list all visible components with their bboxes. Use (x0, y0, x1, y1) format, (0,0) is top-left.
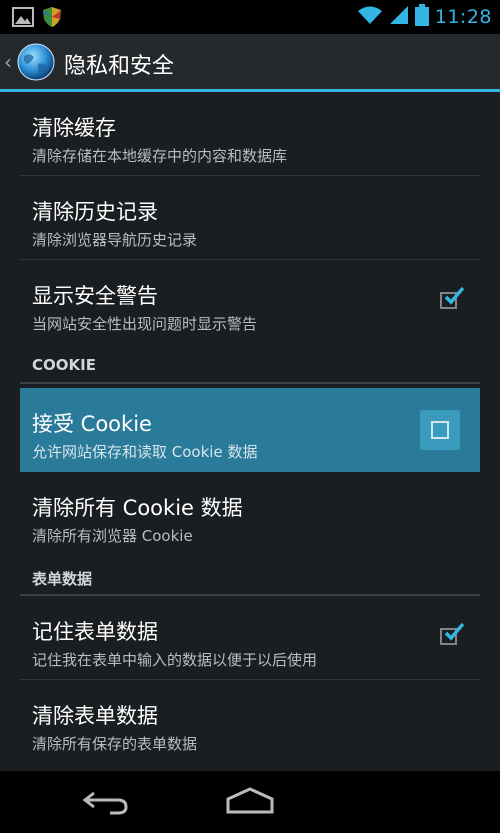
accept-cookies-item[interactable]: 接受 Cookie 允许网站保存和读取 Cookie 数据 (20, 388, 480, 472)
item-summary: 清除所有浏览器 Cookie (32, 527, 193, 545)
action-bar: ‹ 隐私和安全 (0, 34, 500, 92)
accept-cookies-checkbox[interactable] (420, 410, 460, 450)
back-nav-icon[interactable] (80, 787, 130, 819)
item-summary: 清除存储在本地缓存中的内容和数据库 (32, 147, 288, 165)
checkmark-icon (444, 622, 465, 641)
checkbox-box (431, 421, 449, 439)
security-warnings-checkbox[interactable] (440, 286, 465, 311)
item-summary: 允许网站保存和读取 Cookie 数据 (32, 443, 258, 461)
navigation-bar (0, 771, 500, 833)
show-security-warnings-item[interactable]: 显示安全警告 当网站安全性出现问题时显示警告 (20, 260, 480, 344)
remember-form-data-checkbox[interactable] (440, 622, 465, 647)
checkmark-icon (444, 286, 465, 305)
item-title: 记住表单数据 (32, 620, 158, 644)
cookie-section-header: COOKIE (20, 344, 480, 384)
item-summary: 清除所有保存的表单数据 (32, 735, 198, 753)
clear-form-data-item[interactable]: 清除表单数据 清除所有保存的表单数据 (20, 680, 480, 764)
wifi-icon (357, 5, 383, 29)
form-data-section-header: 表单数据 (20, 556, 480, 596)
signal-icon (389, 5, 409, 29)
item-summary: 清除浏览器导航历史记录 (32, 231, 198, 249)
section-label: COOKIE (32, 356, 96, 374)
shield-icon (42, 6, 62, 32)
item-title: 清除表单数据 (32, 704, 158, 728)
item-title: 显示安全警告 (32, 284, 158, 308)
clear-history-item[interactable]: 清除历史记录 清除浏览器导航历史记录 (20, 176, 480, 260)
home-nav-icon[interactable] (225, 787, 275, 819)
section-label: 表单数据 (32, 570, 93, 588)
item-title: 清除缓存 (32, 116, 116, 140)
clear-cache-item[interactable]: 清除缓存 清除存储在本地缓存中的内容和数据库 (20, 92, 480, 176)
globe-logo-icon[interactable] (16, 42, 56, 82)
picture-icon (12, 7, 34, 31)
page-title: 隐私和安全 (64, 54, 175, 79)
item-summary: 当网站安全性出现问题时显示警告 (32, 315, 258, 333)
clear-all-cookies-item[interactable]: 清除所有 Cookie 数据 清除所有浏览器 Cookie (20, 472, 480, 556)
status-bar: 11:28 (0, 0, 500, 34)
battery-icon (414, 4, 429, 30)
item-title: 清除所有 Cookie 数据 (32, 496, 243, 520)
remember-form-data-item[interactable]: 记住表单数据 记住我在表单中输入的数据以便于以后使用 (20, 596, 480, 680)
item-title: 清除历史记录 (32, 200, 158, 224)
clock: 11:28 (434, 6, 492, 28)
item-summary: 记住我在表单中输入的数据以便于以后使用 (32, 651, 318, 669)
up-caret-icon[interactable]: ‹ (4, 50, 12, 74)
preference-list: 清除缓存 清除存储在本地缓存中的内容和数据库 清除历史记录 清除浏览器导航历史记… (0, 92, 500, 764)
item-title: 接受 Cookie (32, 412, 152, 436)
